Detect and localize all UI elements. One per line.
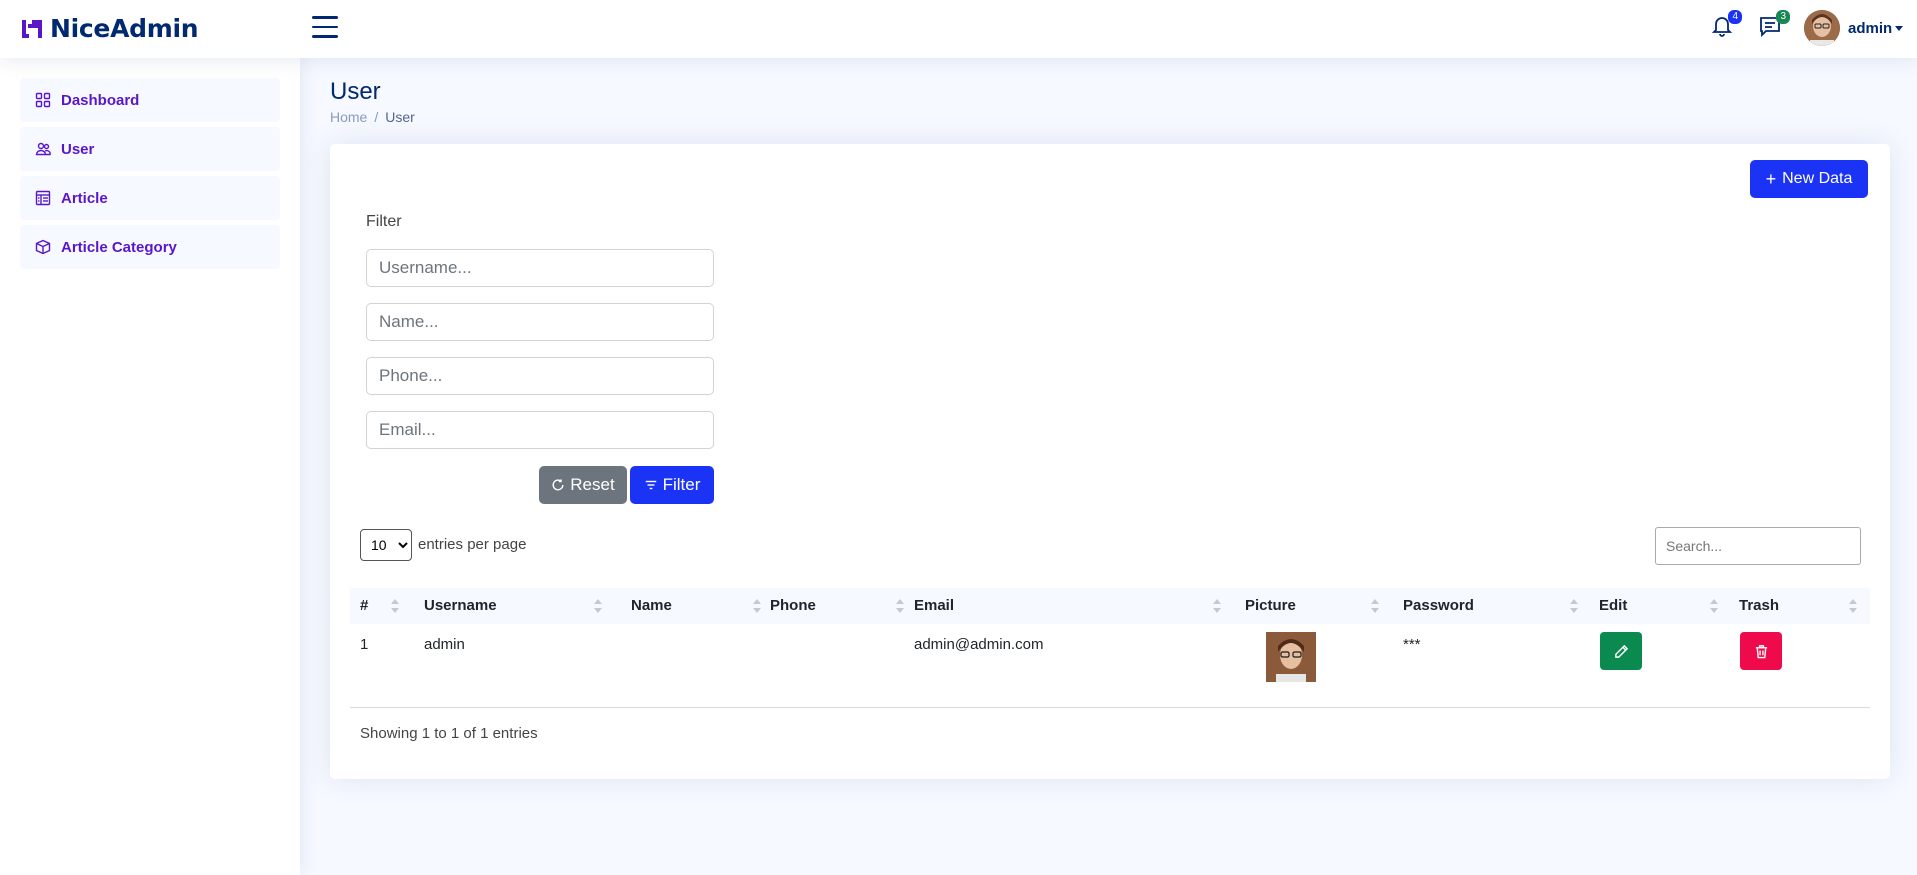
people-icon xyxy=(35,142,51,156)
sort-icon xyxy=(753,599,761,613)
name-filter-input[interactable] xyxy=(366,303,714,341)
column-header-email[interactable]: Email xyxy=(914,588,954,624)
sidebar: Dashboard User Article Article Category xyxy=(0,58,300,875)
trash-icon xyxy=(1755,644,1767,658)
filter-label: Filter xyxy=(366,213,402,230)
cell-password: *** xyxy=(1403,636,1421,653)
breadcrumb-home-link[interactable]: Home xyxy=(330,109,367,125)
profile-dropdown[interactable]: admin xyxy=(1804,10,1904,46)
edit-button[interactable] xyxy=(1600,632,1642,670)
sort-icon xyxy=(896,599,904,613)
messages-button[interactable]: 3 xyxy=(1758,10,1790,42)
reset-button[interactable]: Reset xyxy=(539,466,627,504)
column-header-picture[interactable]: Picture xyxy=(1245,588,1296,624)
column-header-password[interactable]: Password xyxy=(1403,588,1474,624)
avatar xyxy=(1804,10,1840,46)
top-header: NiceAdmin 4 3 admin xyxy=(0,0,1917,58)
brand-name: NiceAdmin xyxy=(50,14,199,43)
column-header-phone[interactable]: Phone xyxy=(770,588,816,624)
notifications-badge: 4 xyxy=(1728,10,1742,24)
filter-icon xyxy=(645,480,656,490)
reset-label: Reset xyxy=(570,475,615,494)
new-data-label: New Data xyxy=(1782,170,1853,187)
box-icon xyxy=(35,239,51,255)
logo-icon xyxy=(22,19,42,38)
sidebar-item-label: Dashboard xyxy=(61,91,140,109)
entries-per-page-label: entries per page xyxy=(418,536,527,553)
delete-button[interactable] xyxy=(1740,632,1782,670)
sidebar-item-article[interactable]: Article xyxy=(20,176,280,220)
page-title: User xyxy=(330,78,381,105)
table-row: 1 admin admin@admin.com *** xyxy=(350,624,1870,708)
column-header-edit[interactable]: Edit xyxy=(1599,588,1627,624)
breadcrumb-current: User xyxy=(385,109,415,125)
table-info: Showing 1 to 1 of 1 entries xyxy=(360,725,538,742)
column-header-trash[interactable]: Trash xyxy=(1739,588,1779,624)
sidebar-item-article-category[interactable]: Article Category xyxy=(20,225,280,269)
layout-text-icon xyxy=(35,190,51,206)
username-filter-input[interactable] xyxy=(366,249,714,287)
messages-badge: 3 xyxy=(1776,10,1790,24)
toggle-sidebar-button[interactable] xyxy=(312,16,338,40)
user-picture xyxy=(1266,632,1316,682)
sort-icon xyxy=(1849,599,1857,613)
filter-button[interactable]: Filter xyxy=(630,466,714,504)
pencil-icon xyxy=(1614,644,1628,658)
sort-icon xyxy=(1371,599,1379,613)
filter-label-text: Filter xyxy=(662,475,701,494)
breadcrumb: Home / User xyxy=(330,109,415,125)
cell-email: admin@admin.com xyxy=(914,636,1044,653)
sidebar-item-user[interactable]: User xyxy=(20,127,280,171)
new-data-button[interactable]: + New Data xyxy=(1750,160,1868,198)
sort-icon xyxy=(391,599,399,613)
notifications-button[interactable]: 4 xyxy=(1710,10,1742,42)
user-card: + New Data Filter Reset Filter 10 entrie… xyxy=(330,144,1890,779)
entries-per-page-select[interactable]: 10 xyxy=(360,529,412,561)
chevron-down-icon xyxy=(1895,25,1904,31)
cell-number: 1 xyxy=(360,636,369,653)
phone-filter-input[interactable] xyxy=(366,357,714,395)
sidebar-item-label: User xyxy=(61,140,95,158)
sidebar-item-label: Article Category xyxy=(61,238,177,256)
email-filter-input[interactable] xyxy=(366,411,714,449)
cell-username: admin xyxy=(424,636,465,653)
column-header-username[interactable]: Username xyxy=(424,588,497,624)
table-header: # Username Name Phone Email Picture Pass… xyxy=(350,588,1870,624)
sort-icon xyxy=(1710,599,1718,613)
plus-icon: + xyxy=(1765,168,1777,189)
column-header-name[interactable]: Name xyxy=(631,588,672,624)
grid-icon xyxy=(35,92,51,108)
profile-name: admin xyxy=(1848,19,1893,37)
column-header-number[interactable]: # xyxy=(360,588,368,624)
table-search-input[interactable] xyxy=(1655,527,1861,565)
brand-logo[interactable]: NiceAdmin xyxy=(20,14,199,43)
sort-icon xyxy=(1213,599,1221,613)
sidebar-item-label: Article xyxy=(61,189,108,207)
sort-icon xyxy=(594,599,602,613)
refresh-icon xyxy=(552,479,564,491)
sort-icon xyxy=(1570,599,1578,613)
sidebar-item-dashboard[interactable]: Dashboard xyxy=(20,78,280,122)
